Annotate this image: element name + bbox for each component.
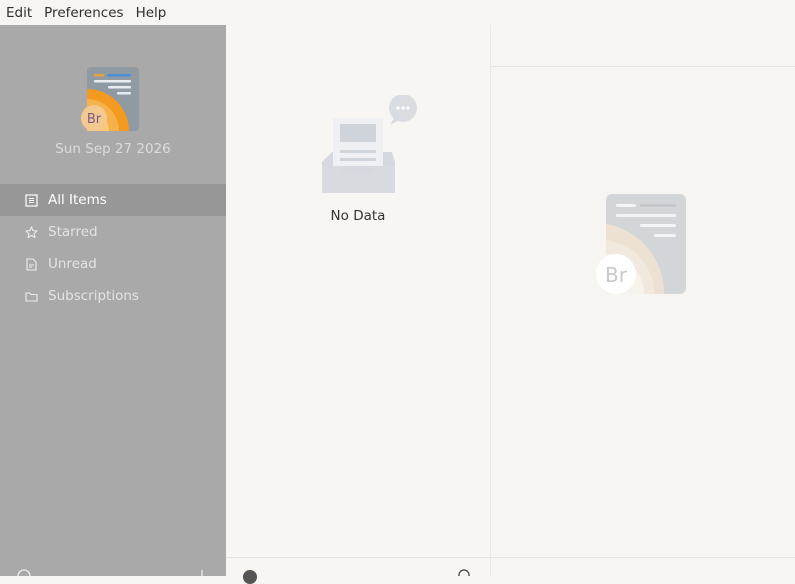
folder-icon bbox=[24, 289, 38, 303]
item-list-pane: No Data bbox=[226, 25, 491, 584]
menu-help[interactable]: Help bbox=[136, 5, 167, 21]
current-date: Sun Sep 27 2026 bbox=[55, 141, 171, 157]
sidebar-item-label: All Items bbox=[48, 192, 107, 208]
sidebar-item-label: Starred bbox=[48, 224, 98, 240]
list-footer bbox=[226, 557, 490, 584]
document-icon bbox=[24, 257, 38, 271]
add-icon[interactable] bbox=[196, 568, 208, 576]
refresh-icon[interactable] bbox=[16, 568, 32, 576]
sidebar-item-unread[interactable]: Unread bbox=[0, 248, 226, 280]
search-icon[interactable] bbox=[458, 568, 472, 576]
sidebar-item-subscriptions[interactable]: Subscriptions bbox=[0, 280, 226, 312]
empty-state-text: No Data bbox=[330, 208, 386, 224]
sidebar-item-starred[interactable]: Starred bbox=[0, 216, 226, 248]
sidebar: Br Sun Sep 27 2026 All Items Starred Unr… bbox=[0, 25, 226, 576]
menu-preferences[interactable]: Preferences bbox=[44, 5, 123, 21]
star-icon bbox=[24, 225, 38, 239]
sidebar-item-label: Unread bbox=[48, 256, 97, 272]
sidebar-nav: All Items Starred Unread Subscriptions bbox=[0, 184, 226, 312]
list-icon bbox=[24, 193, 38, 207]
sidebar-item-all-items[interactable]: All Items bbox=[0, 184, 226, 216]
sidebar-item-label: Subscriptions bbox=[48, 288, 139, 304]
menubar: Edit Preferences Help bbox=[0, 0, 795, 25]
svg-text:Br: Br bbox=[87, 112, 102, 127]
empty-inbox-icon bbox=[322, 95, 417, 193]
article-header bbox=[491, 25, 795, 67]
article-footer bbox=[491, 557, 795, 576]
article-pane: Br bbox=[491, 25, 795, 576]
sidebar-footer bbox=[0, 556, 226, 576]
app-placeholder-logo-icon: Br bbox=[596, 194, 686, 294]
menu-edit[interactable]: Edit bbox=[6, 5, 32, 21]
filter-indicator-icon[interactable] bbox=[243, 570, 257, 584]
svg-text:Br: Br bbox=[605, 263, 628, 287]
